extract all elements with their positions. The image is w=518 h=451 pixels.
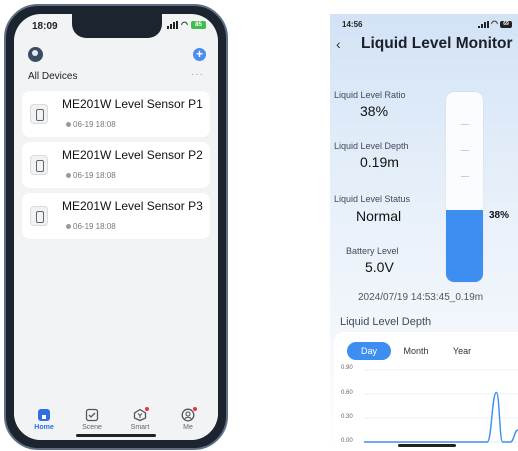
- wifi-icon: ◠: [491, 19, 498, 28]
- home-indicator: [76, 434, 156, 437]
- signal-icon: [478, 20, 490, 28]
- metric-label-depth: Liquid Level Depth: [334, 141, 409, 151]
- scene-check-icon: [85, 408, 99, 422]
- liquid-fill: [446, 209, 483, 282]
- home-avatar-icon[interactable]: [28, 47, 43, 62]
- tab-label: Scene: [82, 424, 102, 431]
- tab-label: Smart: [130, 424, 150, 431]
- metric-value-battery: 5.0V: [365, 259, 394, 275]
- device-name: ME201W Level Sensor P3: [62, 199, 203, 213]
- notification-dot: [193, 407, 197, 411]
- level-sensor-icon: [30, 206, 48, 226]
- device-name: ME201W Level Sensor P2: [62, 148, 203, 162]
- tab-scene[interactable]: Scene: [74, 408, 110, 431]
- section-title: All Devices: [28, 71, 78, 82]
- more-options-icon[interactable]: ···: [191, 69, 204, 80]
- metric-value-status: Normal: [356, 208, 402, 224]
- level-sensor-icon: [30, 155, 48, 175]
- last-reading-timestamp: 2024/07/19 14:53:45_0.19m: [358, 292, 484, 303]
- device-last-seen: 06-19 18:08: [66, 222, 116, 231]
- level-sensor-icon: [30, 104, 48, 124]
- back-button[interactable]: ‹: [336, 36, 341, 52]
- device-card-p1[interactable]: ME201W Level Sensor P1 06-19 18:08: [22, 91, 210, 137]
- chart-section-title: Liquid Level Depth: [340, 316, 432, 328]
- device-card-p2[interactable]: ME201W Level Sensor P2 06-19 18:08: [22, 142, 210, 188]
- notification-dot: [145, 407, 149, 411]
- tank-tick: [461, 150, 469, 151]
- device-last-seen: 06-19 18:08: [66, 171, 116, 180]
- device-name: ME201W Level Sensor P1: [62, 97, 203, 111]
- tank-tick: [461, 176, 469, 177]
- offline-dot-icon: [66, 122, 71, 127]
- status-time: 14:56: [342, 20, 363, 29]
- tank-tick: [461, 124, 469, 125]
- device-card-p3[interactable]: ME201W Level Sensor P3 06-19 18:08: [22, 193, 210, 239]
- page-title: Liquid Level Monitor: [361, 35, 513, 52]
- tab-home[interactable]: Home: [26, 408, 62, 431]
- liquid-level-monitor-screen: 14:56 ◠ 69 ‹ Liquid Level Monitor Liquid…: [330, 14, 518, 450]
- device-last-seen: 06-19 18:08: [66, 120, 116, 129]
- tab-label: Home: [34, 424, 54, 431]
- home-indicator: [398, 444, 456, 447]
- metric-value-depth: 0.19m: [360, 154, 399, 170]
- tank-level-label: 38%: [489, 210, 510, 221]
- battery-icon: 85: [191, 21, 206, 29]
- metric-label-ratio: Liquid Level Ratio: [334, 90, 406, 100]
- metric-label-battery: Battery Level: [346, 246, 399, 256]
- status-bar: 14:56 ◠ 69: [342, 20, 512, 32]
- metric-value-ratio: 38%: [360, 103, 389, 119]
- status-bar: 18:09 ◠ 85: [32, 19, 206, 35]
- add-device-button[interactable]: +: [193, 48, 206, 61]
- depth-line-chart: [364, 369, 518, 443]
- offline-dot-icon: [66, 224, 71, 229]
- bottom-tab-bar: Home Scene Smart Me: [14, 404, 218, 440]
- tab-label: Me: [183, 424, 193, 431]
- battery-icon: 69: [500, 20, 512, 28]
- tab-smart[interactable]: Smart: [122, 407, 158, 431]
- home-icon: [38, 409, 50, 421]
- signal-icon: [167, 21, 179, 29]
- status-time: 18:09: [32, 21, 58, 32]
- metric-label-status: Liquid Level Status: [334, 194, 411, 204]
- offline-dot-icon: [66, 173, 71, 178]
- tab-me[interactable]: Me: [170, 407, 206, 431]
- depth-chart-card: Day Month Year 0.90 0.60 0.30 0.00: [334, 332, 518, 450]
- liquid-tank-gauge: [446, 92, 483, 282]
- wifi-icon: ◠: [181, 20, 188, 29]
- phone-home-screen: 18:09 ◠ 85 + All Devices ··· ME201W Leve…: [4, 4, 228, 450]
- depth-series-line: [364, 391, 518, 443]
- home-screen: 18:09 ◠ 85 + All Devices ··· ME201W Leve…: [14, 14, 218, 440]
